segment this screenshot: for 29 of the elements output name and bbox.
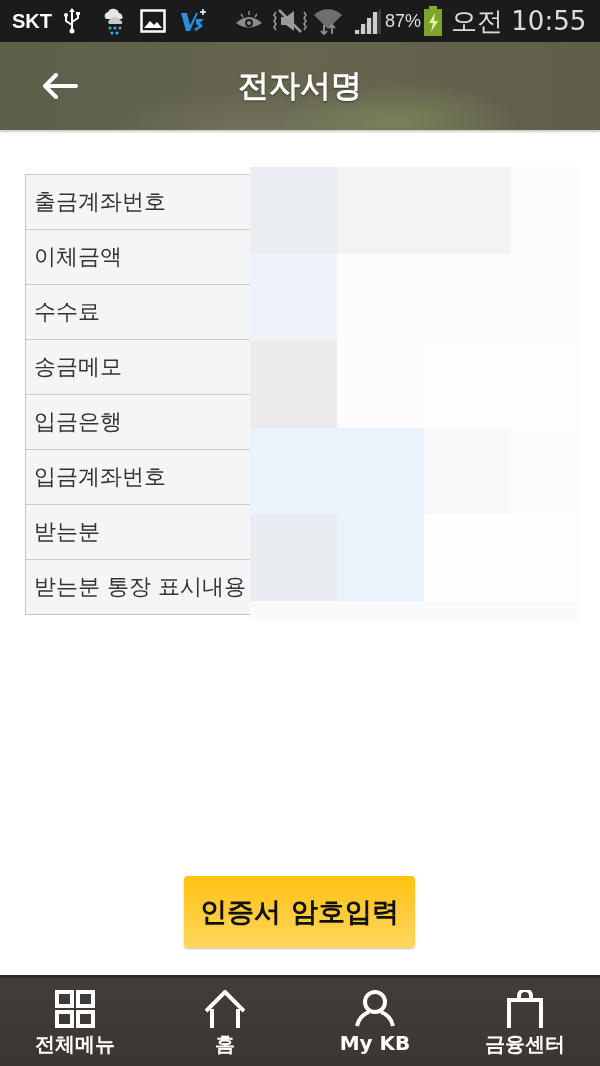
- field-label: 이체금액: [26, 229, 250, 284]
- nav-item[interactable]: 홈: [150, 978, 300, 1066]
- app-logo-icon: [180, 9, 208, 33]
- field-label: 송금메모: [26, 339, 250, 394]
- nav-item[interactable]: My KB: [300, 978, 450, 1066]
- battery-icon: [423, 6, 444, 36]
- field-label: 받는분: [26, 504, 250, 559]
- usb-icon: [64, 8, 80, 34]
- nav-item[interactable]: 전체메뉴: [0, 978, 150, 1066]
- field-label: 입금계좌번호: [26, 449, 250, 504]
- home-icon: [205, 990, 245, 1028]
- vibrate-mute-icon: [273, 8, 307, 34]
- person-icon: [355, 990, 395, 1028]
- clock-text: 오전 10:55: [451, 4, 587, 38]
- field-label: 수수료: [26, 284, 250, 339]
- battery-percent: 87%: [385, 10, 422, 32]
- nav-item[interactable]: 금융센터: [450, 978, 600, 1066]
- page-title: 전자서명: [238, 66, 362, 105]
- shopping-bag-icon: [505, 990, 545, 1028]
- field-label: 출금계좌번호: [26, 175, 250, 229]
- image-icon: [140, 9, 166, 33]
- wifi-icon: [313, 7, 343, 35]
- field-label: 입금은행: [26, 394, 250, 449]
- arrow-left-icon: [42, 73, 78, 99]
- grid-icon: [55, 990, 95, 1028]
- carrier-label: SKT: [12, 9, 52, 33]
- signal-icon: [353, 7, 383, 35]
- certificate-password-button[interactable]: 인증서 암호입력: [184, 876, 415, 948]
- field-label: 받는분 통장 표시내용: [26, 559, 250, 614]
